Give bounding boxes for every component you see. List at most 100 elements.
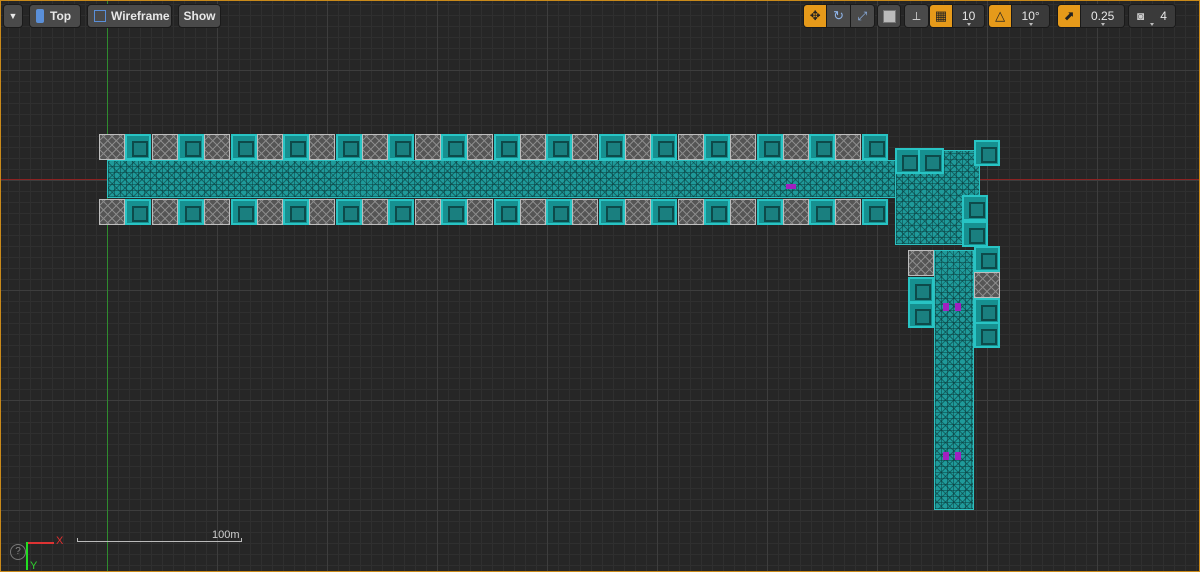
actor-marker[interactable]	[786, 184, 796, 189]
coordinate-system-button[interactable]	[878, 5, 900, 27]
wall-block	[572, 134, 599, 160]
wall-block	[256, 134, 283, 160]
player-start-marker[interactable]	[955, 452, 961, 460]
camera-speed-icon: ◙	[1137, 9, 1145, 23]
rotate-mode-button[interactable]: ↻	[827, 5, 851, 27]
wall-block	[440, 134, 467, 160]
wall-block	[519, 134, 546, 160]
scale-icon: ⤢	[857, 8, 868, 23]
camera-speed-value: 4	[1160, 9, 1167, 23]
wall-block	[756, 199, 783, 225]
wall-block	[177, 134, 204, 160]
camera-speed-group: ◙ 4	[1128, 4, 1176, 28]
axis-gizmo-y	[26, 542, 28, 570]
wall-block	[730, 134, 757, 160]
wall-block	[625, 134, 651, 160]
scale-snap-value: 0.25	[1090, 9, 1115, 23]
player-start-marker[interactable]	[943, 452, 949, 460]
wall-block	[974, 272, 1000, 298]
wall-block	[974, 322, 1000, 348]
grid-snap-value: 10	[961, 9, 976, 23]
view-mode-button[interactable]: Top	[29, 4, 81, 28]
wall-block	[151, 134, 178, 160]
coordinate-system-group	[877, 4, 901, 28]
wall-block	[256, 199, 283, 225]
wall-block	[309, 134, 336, 160]
wall-block	[861, 199, 888, 225]
wall-block	[177, 199, 204, 225]
wall-block	[362, 134, 388, 160]
render-mode-button[interactable]: Wireframe	[87, 4, 172, 28]
world-y-axis-line	[107, 0, 108, 572]
grid-snap-toggle[interactable]: ▦	[930, 5, 954, 27]
wall-block	[309, 199, 336, 225]
wall-block	[125, 134, 152, 160]
translate-mode-button[interactable]: ✥	[804, 5, 828, 27]
wall-block	[467, 199, 494, 225]
wall-block	[519, 199, 546, 225]
wall-block	[962, 221, 988, 247]
wall-block	[974, 246, 1000, 272]
player-start-marker[interactable]	[943, 303, 949, 311]
wall-block	[283, 199, 310, 225]
horizontal-corridor[interactable]	[107, 160, 907, 198]
wall-block	[99, 199, 125, 225]
scale-snap-group: ⬈ 0.25	[1057, 4, 1125, 28]
wall-block	[388, 134, 415, 160]
chevron-down-icon: ▼	[8, 11, 18, 21]
rotation-snap-value: 10°	[1021, 9, 1040, 23]
wall-block	[974, 140, 1000, 166]
wall-block	[651, 199, 678, 225]
rotation-snap-value-dropdown[interactable]: 10°	[1012, 5, 1049, 27]
wall-block	[861, 134, 888, 160]
surface-snap-button[interactable]: ⟂	[905, 5, 928, 27]
wall-block	[414, 199, 441, 225]
help-icon[interactable]: ?	[10, 544, 26, 560]
wall-block	[572, 199, 599, 225]
rotate-icon: ↻	[833, 8, 844, 23]
wall-block	[974, 298, 1000, 324]
render-mode-label: Wireframe	[111, 9, 170, 23]
scale-arrow-icon: ⬈	[1063, 8, 1075, 23]
wall-block	[908, 302, 934, 328]
move-icon: ✥	[809, 8, 821, 23]
wall-block	[230, 134, 257, 160]
wall-block	[99, 134, 125, 160]
wall-block	[809, 199, 836, 225]
angle-icon: △	[995, 8, 1006, 23]
scale-snap-toggle[interactable]: ⬈	[1058, 5, 1082, 27]
wall-block	[918, 148, 944, 174]
show-button[interactable]: Show	[178, 4, 221, 28]
wall-block	[414, 134, 441, 160]
scale-mode-button[interactable]: ⤢	[850, 5, 874, 27]
wall-block	[703, 199, 730, 225]
wall-block	[908, 277, 934, 303]
viewport-grid[interactable]	[0, 0, 1200, 572]
surface-snap-group: ⟂	[904, 4, 929, 28]
surface-snap-icon: ⟂	[912, 8, 921, 23]
wall-block	[962, 195, 988, 221]
viewport-options-button[interactable]: ▼	[3, 4, 23, 28]
transform-mode-group: ✥ ↻ ⤢	[803, 4, 875, 28]
view-mode-label: Top	[50, 9, 72, 23]
wall-block	[283, 134, 310, 160]
wall-block	[467, 134, 494, 160]
wall-block	[546, 134, 573, 160]
player-start-marker[interactable]	[955, 303, 961, 311]
grid-snap-value-dropdown[interactable]: 10	[953, 5, 984, 27]
wall-block	[835, 199, 862, 225]
camera-icon	[36, 9, 44, 23]
camera-speed-dropdown[interactable]: ◙ 4	[1129, 5, 1175, 27]
wall-block	[677, 199, 704, 225]
wall-block	[335, 134, 362, 160]
wall-block	[151, 199, 178, 225]
wall-block	[651, 134, 678, 160]
scale-snap-value-dropdown[interactable]: 0.25	[1081, 5, 1124, 27]
vertical-corridor[interactable]	[934, 250, 974, 510]
wall-block	[782, 134, 809, 160]
rotation-snap-group: △ 10°	[988, 4, 1050, 28]
rotation-snap-toggle[interactable]: △	[989, 5, 1013, 27]
wall-block	[908, 250, 934, 276]
wall-block	[125, 199, 152, 225]
wall-block	[493, 134, 520, 160]
